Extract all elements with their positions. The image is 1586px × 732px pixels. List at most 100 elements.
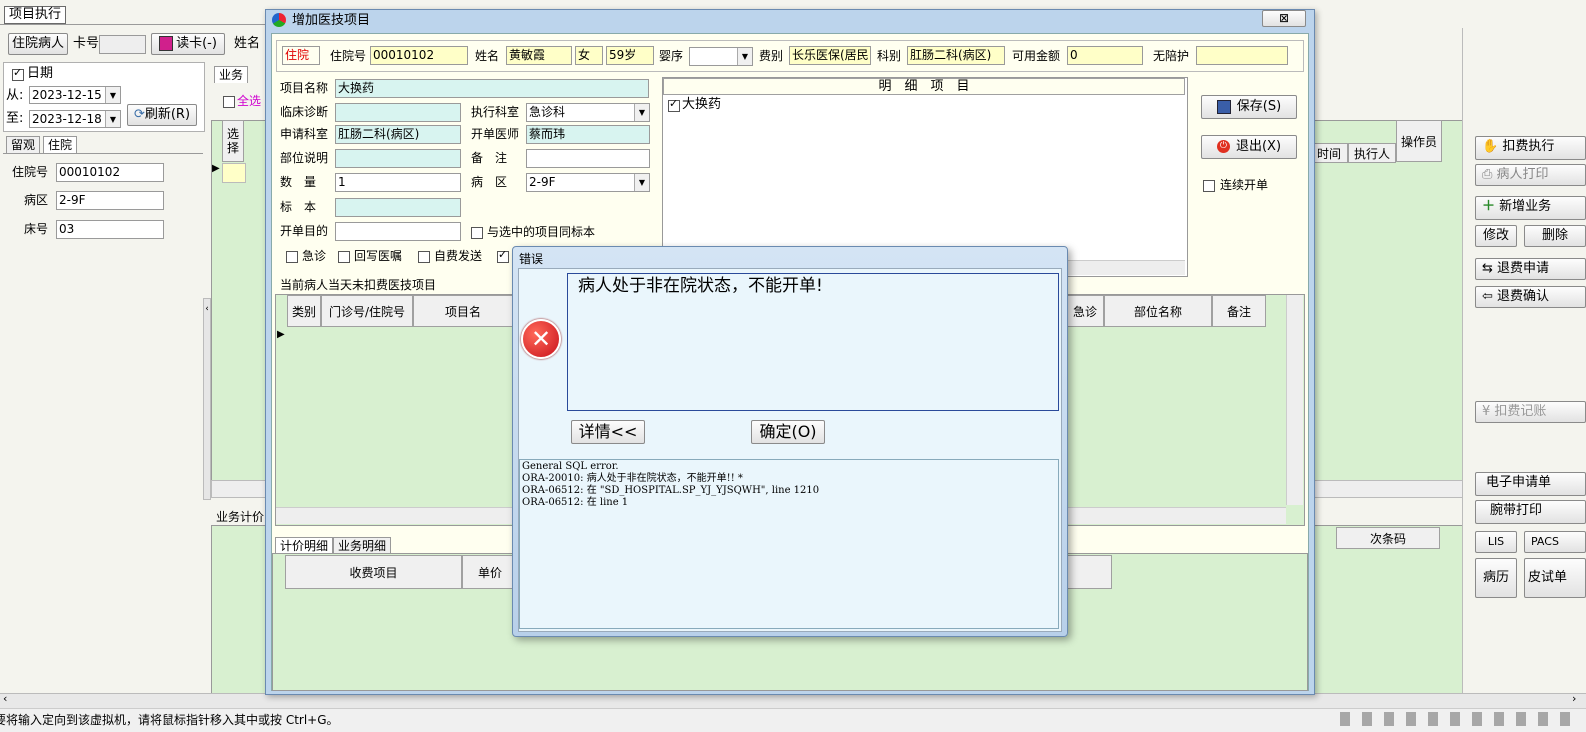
tab-biz[interactable]: 业务 <box>214 66 249 83</box>
left-ward-field[interactable]: 2-9F <box>56 191 164 210</box>
lis-button[interactable]: LIS <box>1475 531 1517 553</box>
read-card-button[interactable]: 读卡(-) <box>151 33 225 55</box>
extra-checkbox[interactable] <box>497 248 509 263</box>
tab-inpatient[interactable]: 住院 <box>43 136 78 153</box>
ok-button[interactable]: 确定(O) <box>751 420 825 444</box>
scroll-right-icon[interactable]: › <box>1572 692 1576 705</box>
dlg-avail-field[interactable]: 0 <box>1067 46 1143 65</box>
refund-confirm-button[interactable]: ⇦ 退费确认 <box>1475 286 1586 308</box>
detail-item-label: 大换药 <box>682 97 722 112</box>
chevron-down-icon[interactable]: ▼ <box>105 87 120 103</box>
details-button[interactable]: 详情<< <box>571 420 645 444</box>
medical-record-button[interactable]: 病历 <box>1475 558 1517 598</box>
continuous-label: 连续开单 <box>1220 178 1269 192</box>
detail-item-checkbox[interactable] <box>668 97 680 112</box>
charge-record-button[interactable]: ¥ 扣费记账 <box>1475 401 1586 423</box>
save-button[interactable]: 保存(S) <box>1201 95 1297 119</box>
dlg-infant-label: 婴序 <box>659 49 684 63</box>
error-detail-line: ORA-06512: 在 "SD_HOSPITAL.SP_YJ_YJSQWH",… <box>522 485 820 496</box>
col-fee-item: 收费项目 <box>285 555 462 589</box>
tab-observation[interactable]: 留观 <box>6 136 41 153</box>
dlg-name-field[interactable]: 黄敏霞 <box>506 46 572 65</box>
delete-button[interactable]: 删除 <box>1524 225 1586 247</box>
part-label: 部位说明 <box>280 151 329 165</box>
remark-field[interactable] <box>526 149 650 168</box>
part-field[interactable] <box>335 149 461 168</box>
tab-biz-detail[interactable]: 业务明细 <box>333 537 392 554</box>
dialog-close-button[interactable]: ⊠ <box>1262 10 1306 27</box>
exec-dept-select[interactable]: 急诊科 ▼ <box>526 103 650 122</box>
chevron-down-icon[interactable]: ▼ <box>737 48 752 65</box>
unbilled-vscroll[interactable] <box>1286 295 1303 505</box>
tray-icons <box>1340 712 1570 726</box>
col-urgent: 急诊 <box>1066 295 1104 327</box>
same-specimen-checkbox[interactable] <box>471 227 483 239</box>
tab-pricing-detail[interactable]: 计价明细 <box>275 537 334 554</box>
writeback-checkbox[interactable] <box>338 251 350 263</box>
date-to-picker[interactable]: 2023-12-18 ▼ <box>29 110 121 128</box>
purpose-field[interactable] <box>335 222 461 241</box>
error-detail-line: General SQL error. <box>522 461 619 472</box>
exit-button[interactable]: ⏻ 退出(X) <box>1201 135 1297 159</box>
selfpay-checkbox[interactable] <box>418 251 430 263</box>
urgent-checkbox[interactable] <box>286 251 298 263</box>
chevron-down-icon[interactable]: ▼ <box>634 104 649 121</box>
grid-cell[interactable] <box>222 163 246 183</box>
writeback-label: 回写医嘱 <box>354 249 403 263</box>
item-name-field[interactable]: 大换药 <box>335 79 649 98</box>
tab-project-exec[interactable]: 项目执行 <box>4 6 67 24</box>
dlg-avail-label: 可用金额 <box>1012 49 1061 63</box>
pacs-button[interactable]: PACS <box>1524 531 1586 553</box>
dialog-title: 增加医技项目 <box>292 13 371 28</box>
req-dept-field[interactable]: 肛肠二科(病区) <box>335 125 461 144</box>
date-label: 日期 <box>27 66 54 81</box>
doctor-field[interactable]: 蔡而玮 <box>526 125 650 144</box>
dialog-app-icon <box>272 13 286 27</box>
patient-print-button[interactable]: ⎙ 病人打印 <box>1475 164 1586 186</box>
date-from-picker[interactable]: 2023-12-15 ▼ <box>29 86 121 104</box>
refund-request-button[interactable]: ⇆ 退费申请 <box>1475 258 1586 280</box>
biz-pricing-label: 业务计价 <box>216 510 265 524</box>
dlg-dept-field[interactable]: 肛肠二科(病区) <box>907 46 1005 65</box>
col-price: 单价 <box>462 555 518 589</box>
chevron-down-icon[interactable]: ▼ <box>634 174 649 191</box>
dlg-age-field[interactable]: 59岁 <box>606 46 654 65</box>
dlg-infant-select[interactable]: ▼ <box>689 47 753 66</box>
purpose-label: 开单目的 <box>280 224 329 238</box>
e-request-button[interactable]: 电子申请单 <box>1475 472 1586 496</box>
grid-head-barcode: 次条码 <box>1336 527 1440 549</box>
card-input[interactable] <box>99 35 146 54</box>
select-all-checkbox[interactable] <box>223 96 235 108</box>
modify-button[interactable]: 修改 <box>1475 225 1517 247</box>
wristband-print-button[interactable]: 腕带打印 <box>1475 500 1586 524</box>
main-name-label: 姓名 <box>234 36 261 51</box>
refresh-button[interactable]: ⟳刷新(R) <box>127 104 197 126</box>
specimen-field[interactable] <box>335 198 461 217</box>
col-part: 部位名称 <box>1104 295 1212 327</box>
left-bed-label: 床号 <box>24 222 49 236</box>
inpatient-button[interactable]: 住院病人 <box>8 33 68 55</box>
dlg-admission-field[interactable]: 00010102 <box>370 46 468 65</box>
refund-icon: ⇆ <box>1482 261 1493 276</box>
charge-exec-button[interactable]: ✋ 扣费执行 <box>1475 136 1586 160</box>
hand-icon: ✋ <box>1482 139 1499 154</box>
chevron-down-icon[interactable]: ▼ <box>105 111 120 127</box>
scroll-left-icon[interactable]: ‹ <box>3 692 7 705</box>
diagnosis-field[interactable] <box>335 103 461 122</box>
continuous-checkbox[interactable] <box>1203 180 1215 192</box>
new-biz-button[interactable]: ＋ 新增业务 <box>1475 196 1586 220</box>
from-label: 从: <box>6 88 24 103</box>
left-splitter[interactable]: ‹ <box>203 298 211 500</box>
left-bed-field[interactable]: 03 <box>56 220 164 239</box>
left-admission-field[interactable]: 00010102 <box>56 163 164 182</box>
card-icon <box>159 36 174 51</box>
dlg-gender-field[interactable]: 女 <box>575 46 603 65</box>
skin-test-button[interactable]: 皮试单 <box>1524 558 1586 598</box>
dlg-nurse-field[interactable] <box>1196 46 1288 65</box>
date-checkbox[interactable] <box>12 66 24 81</box>
req-dept-label: 申请科室 <box>280 127 329 141</box>
window-hscroll[interactable] <box>0 693 1586 709</box>
dlg-ward-select[interactable]: 2-9F ▼ <box>526 173 650 192</box>
dlg-fee-field[interactable]: 长乐医保(居民 <box>789 46 871 65</box>
qty-field[interactable]: 1 <box>335 173 461 192</box>
